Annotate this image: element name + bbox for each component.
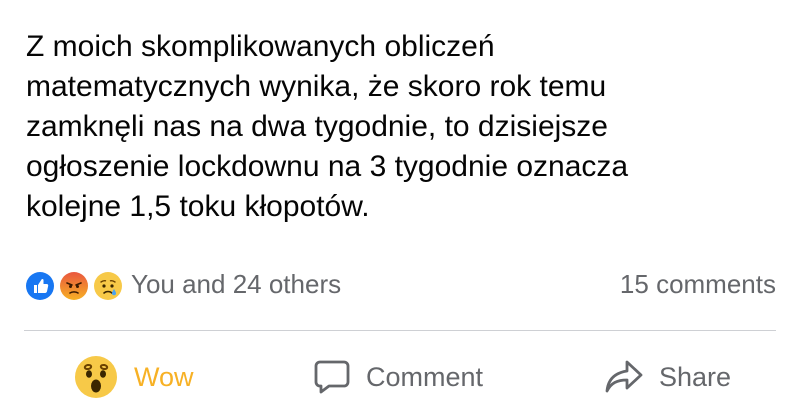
wow-icon [74,355,118,399]
comment-button[interactable]: Comment [312,340,483,414]
like-icon [24,270,56,302]
share-button[interactable]: Share [603,340,731,414]
post-text: Z moich skomplikowanych obliczeń matemat… [26,27,786,227]
post-text-line: matematycznych wynika, że skoro rok temu [26,70,607,103]
share-label: Share [659,361,732,392]
reaction-icons[interactable] [24,270,128,302]
comment-label: Comment [366,361,484,392]
post-text-line: zamknęli nas na dwa tygodnie, to dzisiej… [26,110,608,143]
divider [24,330,776,331]
post-actions: Wow Comment Share [0,340,800,414]
reaction-count[interactable]: You and 24 others [131,269,341,300]
post-text-line: kolejne 1,5 toku kłopotów. [26,190,370,223]
post-text-line: Z moich skomplikowanych obliczeń [26,30,495,63]
share-icon [603,357,645,397]
wow-label: Wow [134,361,194,392]
sad-icon [92,270,124,302]
comments-count[interactable]: 15 comments [620,269,776,300]
comment-icon [312,357,352,397]
wow-button[interactable]: Wow [74,340,194,414]
angry-icon [58,270,90,302]
post-text-line: ogłoszenie lockdownu na 3 tygodnie oznac… [26,150,629,183]
reactions-summary-row: You and 24 others 15 comments [24,266,776,306]
